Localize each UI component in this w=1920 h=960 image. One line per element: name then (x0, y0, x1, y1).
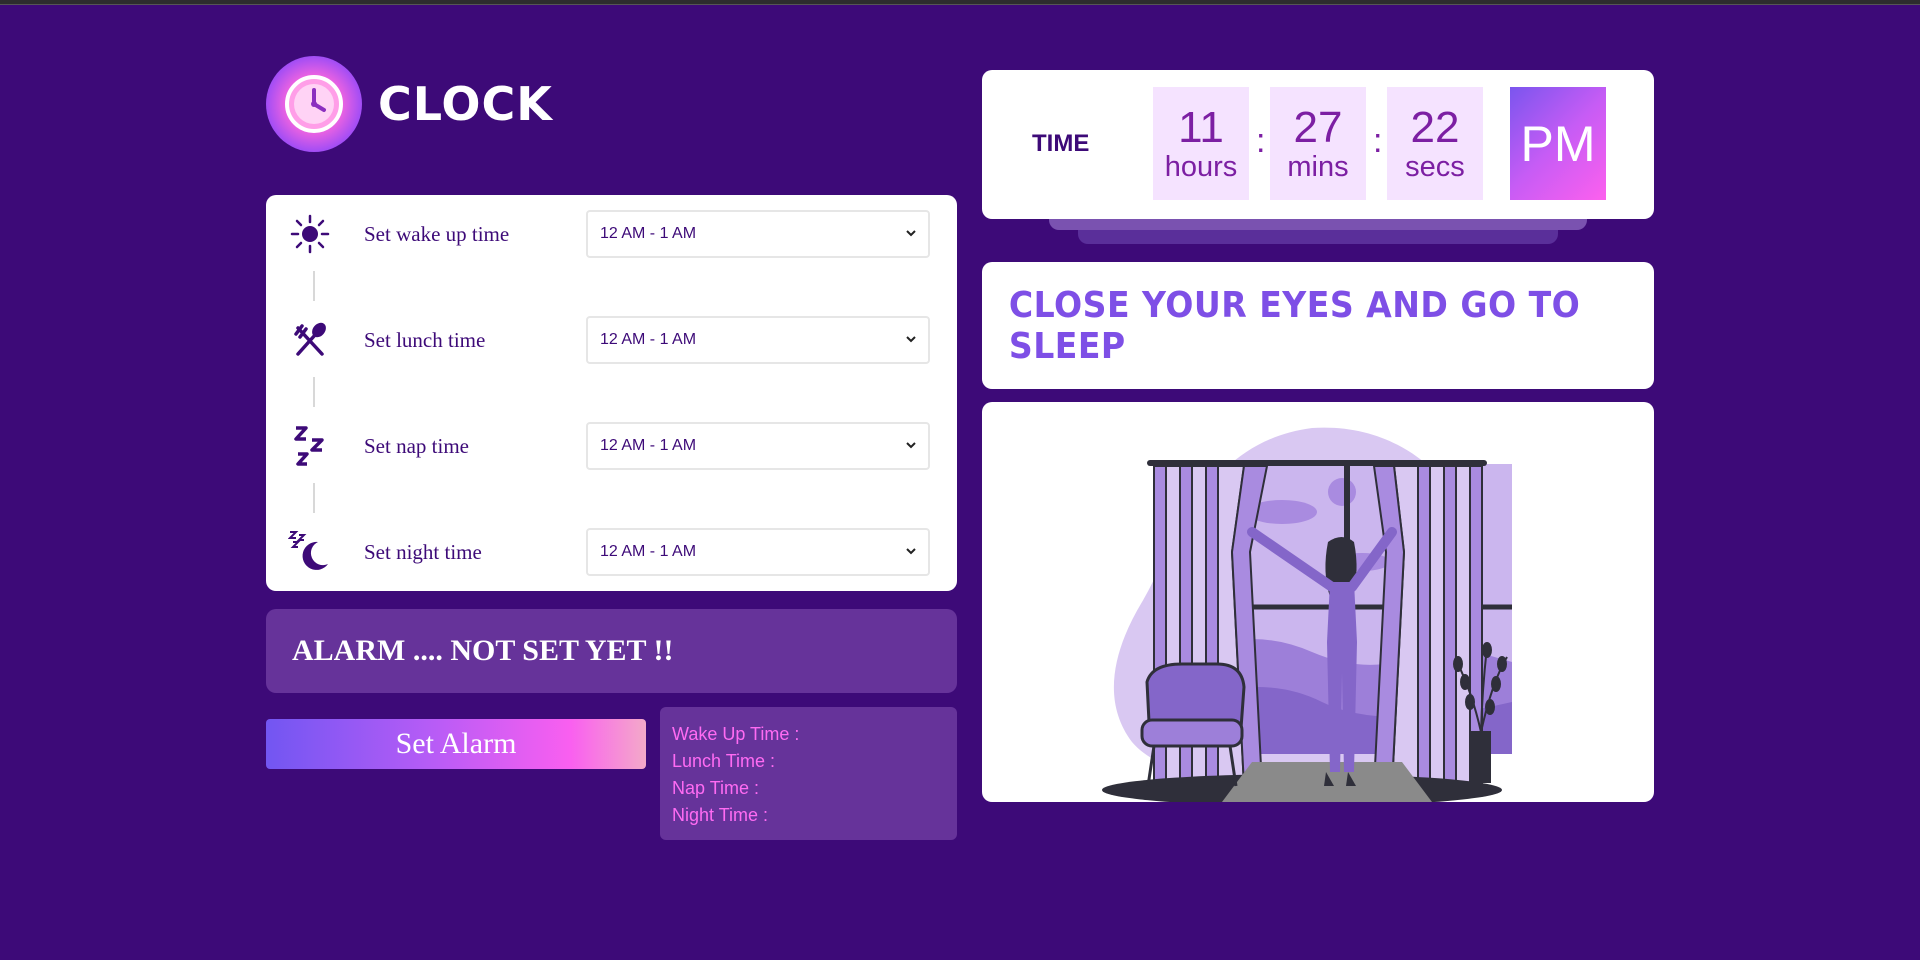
lunch-summary: Lunch Time : (672, 751, 776, 771)
night-row: Set night time 12 AM - 1 AM (266, 522, 957, 582)
moon-icon (288, 530, 332, 574)
mins-box: 27 mins (1270, 87, 1366, 200)
night-select-value: 12 AM - 1 AM (600, 543, 697, 560)
wake-up-select-value: 12 AM - 1 AM (600, 225, 697, 242)
secs-value: 22 (1410, 103, 1460, 152)
set-alarm-button[interactable]: Set Alarm (266, 719, 646, 769)
nap-select-value: 12 AM - 1 AM (600, 437, 697, 454)
clock-app: CLOCK Set wake up time 12 AM - 1 AM Set … (0, 0, 1920, 960)
fork-spoon-icon (288, 318, 332, 362)
lunch-select-value: 12 AM - 1 AM (600, 331, 697, 348)
schedule-panel: Set wake up time 12 AM - 1 AM Set lunch … (266, 195, 957, 591)
wake-up-summary: Wake Up Time : (672, 724, 800, 744)
nap-row: Set nap time 12 AM - 1 AM (266, 416, 957, 476)
wake-up-select[interactable]: 12 AM - 1 AM (586, 210, 930, 258)
sleep-message: CLOSE YOUR EYES AND GO TO SLEEP (1008, 284, 1581, 367)
night-label: Set night time (364, 539, 482, 564)
lunch-label: Set lunch time (364, 327, 486, 352)
app-title: CLOCK (378, 77, 553, 131)
hours-value: 11 (1178, 103, 1224, 152)
woman-opening-curtains-illustration (1102, 427, 1512, 802)
chevron-down-icon (906, 548, 916, 555)
mins-unit: mins (1287, 151, 1349, 183)
time-label: TIME (1032, 130, 1090, 157)
time-separator: : (1373, 122, 1383, 160)
time-display: TIME 11 hours : 27 mins : 22 secs PM (982, 70, 1654, 219)
chevron-down-icon (906, 442, 916, 449)
zzz-icon (288, 424, 332, 468)
app-logo: CLOCK (266, 56, 553, 152)
chevron-down-icon (906, 230, 916, 237)
timeline-connector (313, 483, 315, 513)
wake-up-row: Set wake up time 12 AM - 1 AM (266, 204, 957, 264)
lunch-row: Set lunch time 12 AM - 1 AM (266, 310, 957, 370)
nap-summary: Nap Time : (672, 778, 760, 798)
nap-label: Set nap time (364, 433, 469, 458)
wake-up-label: Set wake up time (364, 221, 510, 246)
clock-logo-icon (266, 56, 362, 152)
mins-value: 27 (1293, 103, 1343, 152)
timeline-connector (313, 377, 315, 407)
night-summary: Night Time : (672, 805, 769, 825)
secs-box: 22 secs (1387, 87, 1483, 200)
illustration-card (982, 402, 1654, 802)
message-card: CLOSE YOUR EYES AND GO TO SLEEP (982, 262, 1654, 389)
secs-unit: secs (1405, 151, 1465, 183)
sun-icon (288, 212, 332, 256)
timeline-connector (313, 271, 315, 301)
time-separator: : (1256, 122, 1266, 160)
hours-box: 11 hours (1153, 87, 1249, 200)
chevron-down-icon (906, 336, 916, 343)
alarm-summary: Wake Up Time : Lunch Time : Nap Time : N… (660, 707, 957, 840)
nap-select[interactable]: 12 AM - 1 AM (586, 422, 930, 470)
hours-unit: hours (1164, 151, 1238, 183)
alarm-status-banner: ALARM .... NOT SET YET !! (266, 609, 957, 693)
am-pm-indicator: PM (1510, 87, 1606, 200)
night-select[interactable]: 12 AM - 1 AM (586, 528, 930, 576)
lunch-select[interactable]: 12 AM - 1 AM (586, 316, 930, 364)
